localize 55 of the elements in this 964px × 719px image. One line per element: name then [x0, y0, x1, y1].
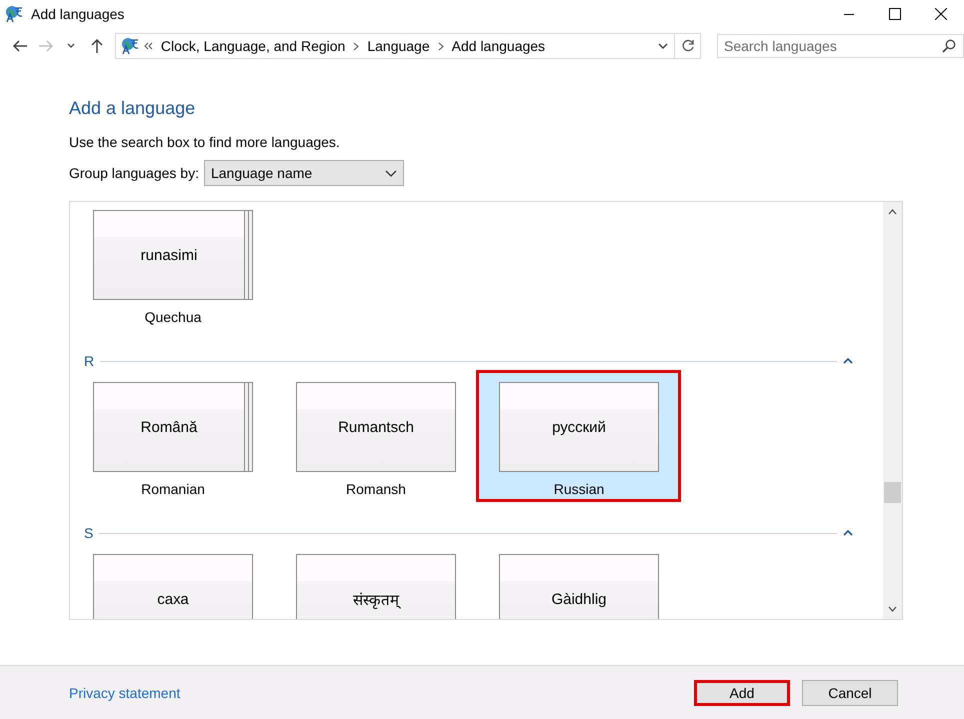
collapse-chevron-icon[interactable]: [843, 358, 853, 364]
search-icon: [942, 39, 956, 53]
chevron-icon: [438, 42, 444, 50]
language-item[interactable]: Rumantsch Romansh: [273, 370, 478, 502]
native-name: Gàidhlig: [551, 590, 607, 608]
instruction-text: Use the search box to find more languages.: [69, 134, 341, 150]
up-caret-icon: [888, 209, 897, 215]
refresh-button[interactable]: [675, 33, 701, 59]
window-title: Add languages: [31, 6, 124, 22]
refresh-icon: [680, 39, 695, 53]
double-chevron-icon: [142, 42, 153, 50]
up-arrow-icon: [90, 38, 104, 54]
native-name: संस्कृतम्: [353, 591, 399, 609]
language-name: Quechua: [144, 309, 202, 325]
close-icon: [935, 8, 947, 20]
collapse-chevron-icon[interactable]: [843, 530, 853, 536]
group-by-label: Group languages by:: [69, 165, 199, 181]
maximize-icon: [889, 8, 901, 20]
native-name: Rumantsch: [338, 418, 414, 436]
language-name: Romanian: [141, 481, 205, 497]
privacy-link[interactable]: Privacy statement: [69, 685, 180, 701]
group-letter: R: [84, 353, 94, 369]
language-item[interactable]: саха: [70, 542, 275, 619]
breadcrumb-link[interactable]: Language: [363, 38, 434, 54]
language-name: Romansh: [346, 481, 406, 497]
address-bar[interactable]: Clock, Language, and Region Language Add languages: [114, 33, 676, 59]
group-letter: S: [84, 525, 94, 541]
chevron-icon: [353, 42, 360, 50]
language-globe-icon: [5, 5, 23, 23]
search-field[interactable]: Search languages: [716, 34, 964, 58]
breadcrumb-link[interactable]: Clock, Language, and Region: [156, 38, 350, 54]
native-name: русский: [552, 418, 606, 436]
language-item[interactable]: русский Russian: [476, 370, 681, 502]
language-globe-icon: [120, 37, 139, 55]
native-name: саха: [157, 590, 189, 608]
caret-icon: [67, 43, 76, 49]
group-by-dropdown[interactable]: Language name: [204, 160, 404, 186]
breadcrumb-link[interactable]: Add languages: [448, 38, 550, 54]
native-name: Română: [140, 418, 198, 436]
scroll-thumb[interactable]: [884, 482, 901, 503]
cancel-button[interactable]: Cancel: [802, 680, 898, 706]
caret-icon: [658, 43, 668, 49]
down-caret-icon: [888, 606, 897, 612]
back-arrow-icon: [12, 39, 28, 53]
language-item[interactable]: runasimi Quechua: [70, 202, 275, 330]
language-item[interactable]: संस्कृतम्: [273, 542, 478, 619]
scrollbar[interactable]: [883, 202, 902, 619]
language-item[interactable]: Română Romanian: [70, 370, 275, 502]
language-name: Russian: [554, 481, 604, 497]
add-button[interactable]: Add: [694, 680, 790, 706]
native-name: runasimi: [140, 246, 198, 264]
page-heading: Add a language: [69, 97, 196, 120]
forward-arrow-icon: [38, 39, 54, 53]
language-item[interactable]: Gàidhlig: [476, 542, 681, 619]
caret-icon: [384, 170, 397, 176]
